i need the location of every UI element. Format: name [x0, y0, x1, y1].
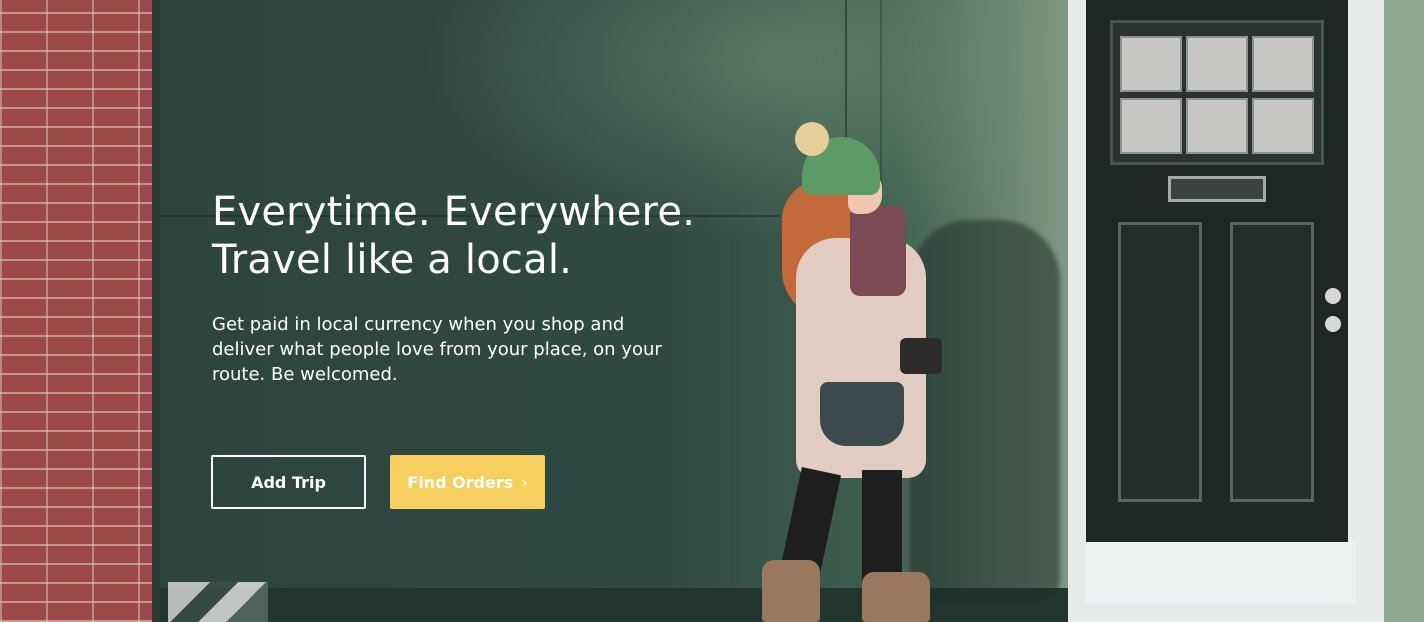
- window-pane: [1252, 98, 1314, 154]
- ground-debris: [168, 582, 268, 622]
- person-bag: [820, 382, 904, 446]
- hero-section: Everytime. Everywhere. Travel like a loc…: [212, 188, 732, 387]
- brick-wall: [0, 0, 160, 622]
- find-orders-label: Find Orders: [407, 472, 514, 492]
- find-orders-button[interactable]: Find Orders ›: [390, 455, 545, 509]
- window-pane: [1186, 36, 1248, 92]
- person-scarf: [850, 206, 906, 296]
- person-shadow: [910, 220, 1060, 600]
- wall-panel-seam: [880, 0, 882, 200]
- person-boot: [862, 572, 930, 622]
- add-trip-button[interactable]: Add Trip: [211, 455, 366, 509]
- chevron-right-icon: ›: [521, 473, 528, 492]
- mail-slot: [1168, 176, 1266, 202]
- person-boot: [762, 560, 820, 622]
- window-pane: [1252, 36, 1314, 92]
- door-panel: [1118, 222, 1202, 502]
- door-knob: [1325, 316, 1341, 332]
- hero-actions: Add Trip Find Orders ›: [211, 455, 545, 509]
- add-trip-label: Add Trip: [251, 472, 326, 492]
- window-pane: [1120, 98, 1182, 154]
- door-panel: [1230, 222, 1314, 502]
- window-pane: [1186, 98, 1248, 154]
- right-wall: [1384, 0, 1424, 622]
- door-knob: [1325, 288, 1341, 304]
- person-camera: [900, 338, 942, 374]
- hero-subtitle: Get paid in local currency when you shop…: [212, 314, 662, 385]
- window-pane: [1120, 36, 1182, 92]
- snowy-step: [1086, 542, 1356, 604]
- wall-panel-seam: [845, 0, 847, 140]
- person-pompom: [795, 122, 829, 156]
- hero-title: Everytime. Everywhere. Travel like a loc…: [212, 189, 696, 283]
